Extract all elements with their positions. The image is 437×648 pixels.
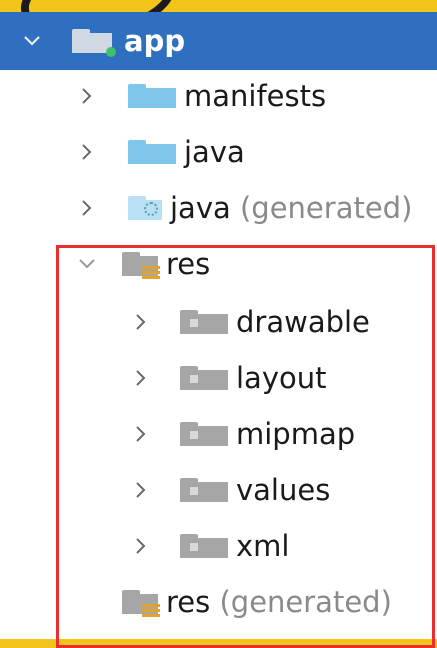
tree-node-layout[interactable]: layout — [0, 350, 437, 406]
tree-node-label: manifests — [184, 78, 327, 113]
chevron-right-icon[interactable] — [130, 350, 152, 406]
tree-node-label: drawable — [236, 304, 370, 339]
tree-node-java-generated[interactable]: java (generated) — [0, 180, 437, 236]
chevron-down-icon[interactable] — [18, 13, 46, 69]
chevron-right-icon[interactable] — [130, 462, 152, 518]
tree-node-label: values — [236, 472, 331, 507]
module-folder-icon — [72, 29, 116, 57]
tree-node-label: layout — [236, 360, 327, 395]
generated-suffix: (generated) — [239, 190, 413, 225]
tree-node-manifests[interactable]: manifests — [0, 68, 437, 124]
tree-node-java[interactable]: java — [0, 124, 437, 180]
project-tree-panel: app manifests java java (generated) res … — [0, 12, 437, 648]
tree-node-label: java — [184, 134, 245, 169]
chevron-right-icon[interactable] — [130, 406, 152, 462]
chevron-right-icon[interactable] — [76, 180, 98, 236]
chevron-down-icon[interactable] — [76, 236, 98, 292]
folder-icon — [180, 534, 228, 558]
tree-node-mipmap[interactable]: mipmap — [0, 406, 437, 462]
folder-icon — [180, 422, 228, 446]
folder-icon — [180, 478, 228, 502]
chevron-right-icon[interactable] — [130, 518, 152, 574]
tree-node-xml[interactable]: xml — [0, 518, 437, 574]
tree-node-label: xml — [236, 528, 290, 563]
resources-folder-icon — [122, 252, 160, 279]
generated-folder-icon — [128, 196, 162, 220]
folder-icon — [128, 140, 176, 164]
folder-icon — [180, 310, 228, 334]
tree-node-label: res (generated) — [166, 584, 392, 619]
tree-node-res-generated[interactable]: res (generated) — [0, 574, 437, 630]
chevron-right-icon[interactable] — [130, 294, 152, 350]
tree-node-label: java (generated) — [170, 190, 413, 225]
folder-icon — [180, 366, 228, 390]
tree-node-values[interactable]: values — [0, 462, 437, 518]
tree-node-label: app — [124, 23, 186, 58]
resources-folder-icon — [122, 590, 160, 617]
chevron-right-icon[interactable] — [76, 124, 98, 180]
tree-node-label: mipmap — [236, 416, 356, 451]
tree-node-label: res — [166, 246, 211, 281]
tree-node-name: res — [166, 584, 211, 619]
tree-node-app[interactable]: app — [0, 12, 437, 70]
chevron-right-icon[interactable] — [76, 68, 98, 124]
tree-node-res[interactable]: res — [0, 236, 437, 292]
generated-suffix: (generated) — [219, 584, 392, 619]
tree-node-drawable[interactable]: drawable — [0, 294, 437, 350]
tree-node-name: java — [170, 190, 231, 225]
folder-icon — [128, 84, 176, 108]
